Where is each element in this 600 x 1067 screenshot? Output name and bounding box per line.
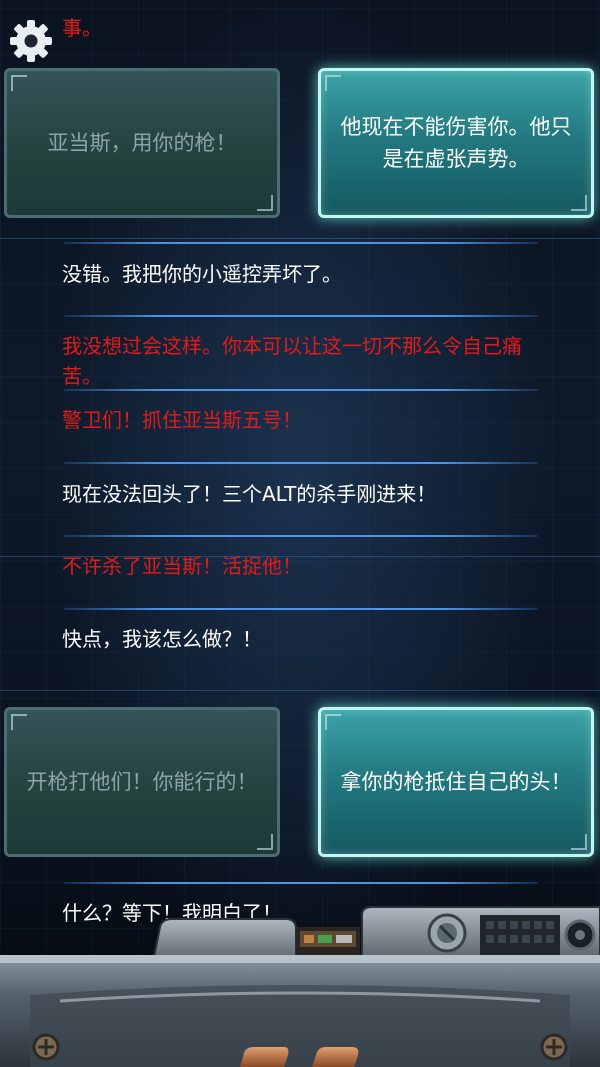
dialogue-line: 不许杀了亚当斯！活捉他！ — [62, 554, 302, 578]
corner-decoration — [11, 75, 27, 91]
choice-button-left-bottom[interactable]: 开枪打他们！你能行的！ — [4, 707, 280, 857]
previous-line-cutoff — [62, 0, 582, 10]
choice-label: 亚当斯，用你的枪！ — [47, 131, 237, 155]
dialogue-line: 警卫们！抓住亚当斯五号！ — [62, 408, 302, 432]
separator — [64, 242, 538, 244]
dialogue-line: 快点，我该怎么做？！ — [62, 627, 262, 651]
separator — [64, 389, 538, 391]
corner-decoration — [325, 714, 341, 730]
separator — [64, 535, 538, 537]
corner-decoration — [571, 834, 587, 850]
device-panel — [0, 906, 600, 1067]
dialogue-line: 没错。我把你的小遥控弄坏了。 — [62, 262, 342, 286]
gear-icon — [10, 20, 52, 62]
previous-line-end: 事。 — [62, 16, 102, 40]
corner-decoration — [325, 75, 341, 91]
corner-decoration — [11, 714, 27, 730]
settings-button[interactable] — [8, 18, 54, 64]
scanline — [0, 238, 600, 239]
choice-label: 他现在不能伤害你。他只是在虚张声势。 — [340, 115, 572, 171]
separator — [64, 462, 538, 464]
dialogue-line: 现在没法回头了！三个ALT的杀手刚进来！ — [62, 482, 437, 506]
corner-decoration — [571, 195, 587, 211]
dialogue-line: 我没想过会这样。你本可以让这一切不那么令自己痛苦。 — [62, 334, 522, 388]
choice-label: 拿你的枪抵住自己的头！ — [340, 770, 572, 794]
choice-label: 开枪打他们！你能行的！ — [26, 770, 258, 794]
choice-button-right-top[interactable]: 他现在不能伤害你。他只是在虚张声势。 — [318, 68, 594, 218]
separator — [64, 882, 538, 884]
separator — [64, 608, 538, 610]
corner-decoration — [257, 195, 273, 211]
corner-decoration — [257, 834, 273, 850]
game-screen: 事。 亚当斯，用你的枪！ 他现在不能伤害你。他只是在虚张声势。 没错。我把你的小… — [0, 0, 600, 1067]
choice-button-left-top[interactable]: 亚当斯，用你的枪！ — [4, 68, 280, 218]
scanline — [0, 690, 600, 691]
choice-button-right-bottom[interactable]: 拿你的枪抵住自己的头！ — [318, 707, 594, 857]
separator — [64, 315, 538, 317]
